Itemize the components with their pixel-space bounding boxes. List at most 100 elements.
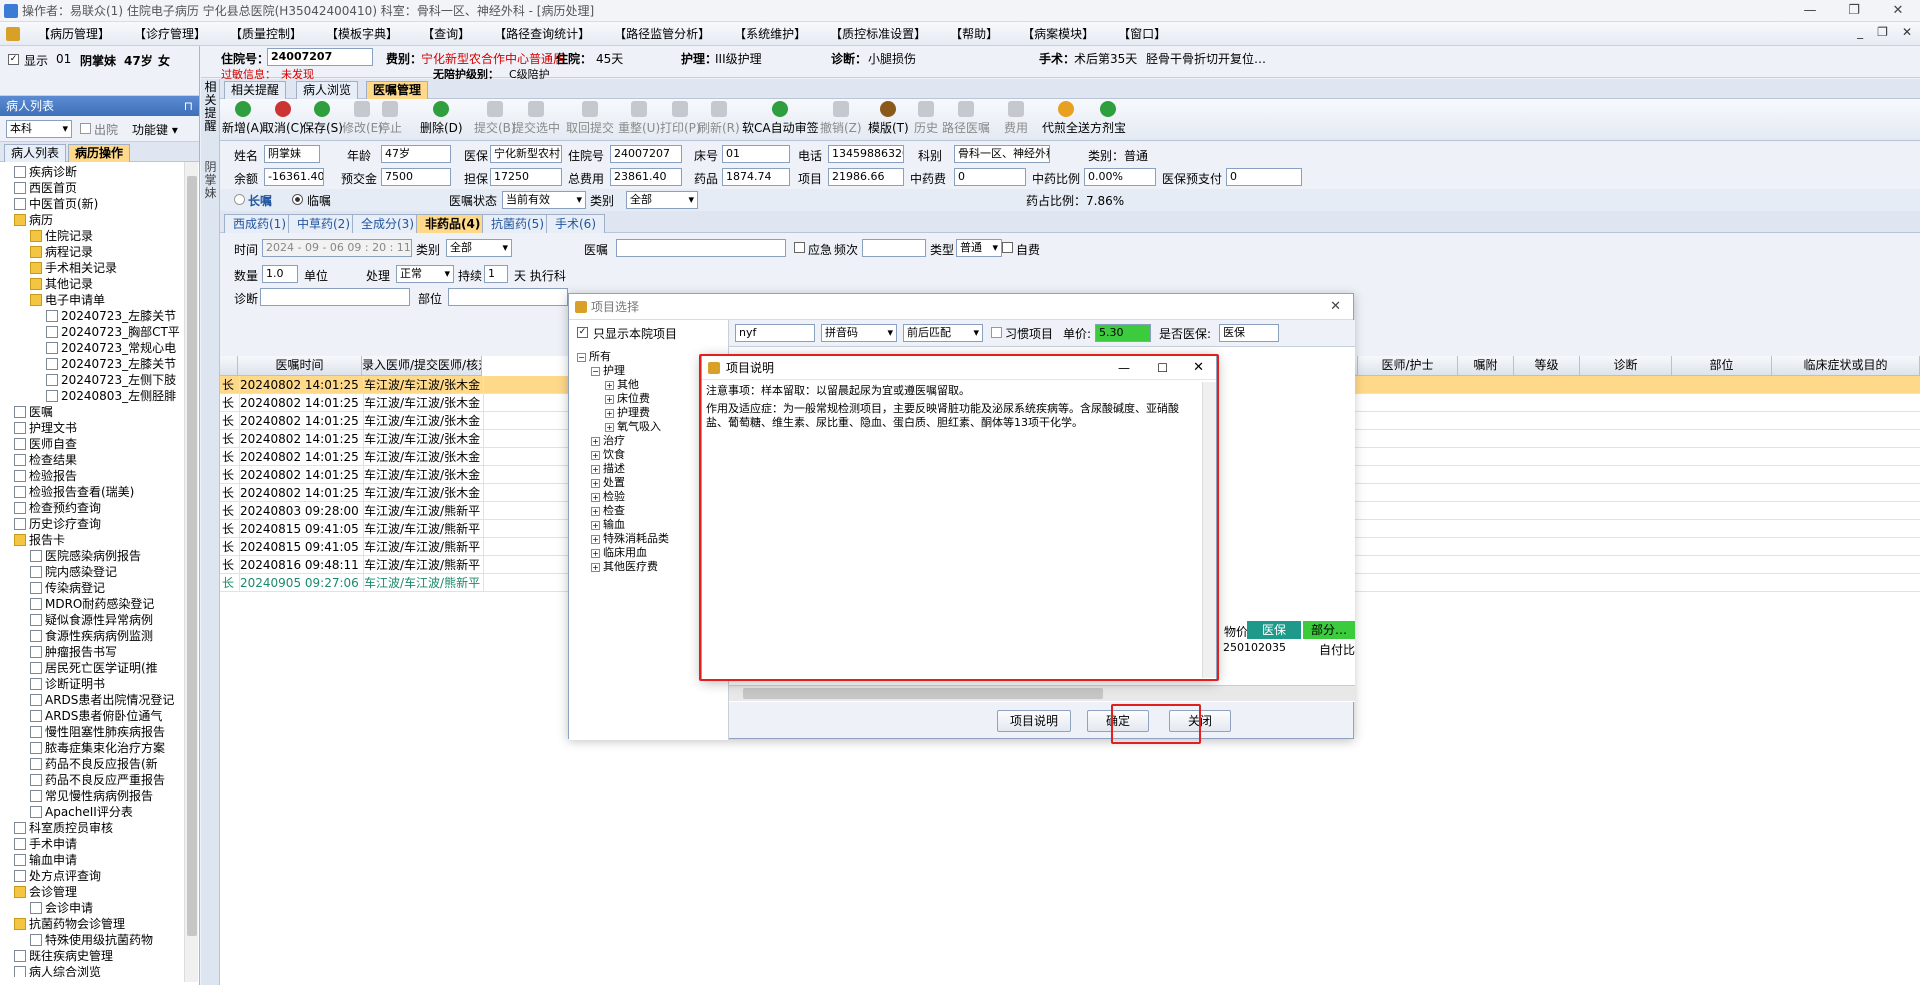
tree-item[interactable]: 肿瘤报告书写 [30,644,117,660]
frequency-field[interactable] [862,239,926,257]
diag-field[interactable] [260,288,410,306]
process-select[interactable]: 正常 ▾ [396,265,454,283]
tree-item[interactable]: 手术相关记录 [30,260,117,276]
subtab-1[interactable]: 中草药(2) [288,214,359,233]
category-item[interactable]: + 检验 [591,490,625,504]
tree-item[interactable]: 疾病诊断 [14,164,77,180]
grid-header[interactable]: 嘱附 [1458,356,1514,376]
toolbar-button-16[interactable]: 路径医嘱 [942,101,990,136]
toolbar-button-4[interactable]: 停止 [378,101,402,136]
category-item[interactable]: + 其他 [605,378,639,392]
grid-header[interactable]: 录入医师/提交医师/核对护 [362,356,482,376]
minimize-icon[interactable]: — [1788,0,1832,22]
tree-item[interactable]: 医嘱 [14,404,53,420]
tree-item[interactable]: ARDS患者出院情况登记 [30,692,174,708]
restore-icon[interactable]: ❐ [1832,0,1876,22]
function-key-button[interactable]: 功能键 ▾ [132,121,178,138]
grid-header[interactable]: 部位 [1672,356,1772,376]
toolbar-button-12[interactable]: 软CA自动审签 [742,101,819,136]
tree-item[interactable]: 病历 [14,212,53,228]
order-type-select[interactable]: 全部 ▾ [626,191,698,209]
tree-item[interactable]: 住院记录 [30,228,93,244]
order-field[interactable] [616,239,786,257]
toolbar-button-8[interactable]: 取回提交 [566,101,614,136]
category-item[interactable]: + 护理费 [605,406,650,420]
expand-icon[interactable]: + [591,479,600,488]
category-item[interactable]: + 处置 [591,476,625,490]
tab-related-reminders[interactable]: 相关提醒 [224,81,287,99]
menu-item-4[interactable]: 【查询】 [410,25,482,42]
tree-item[interactable]: 检查预约查询 [14,500,101,516]
expand-icon[interactable]: + [591,535,600,544]
tree-item[interactable]: 疑似食源性异常病例 [30,612,153,628]
tree-item[interactable]: 20240803_左侧胫腓 [46,388,176,404]
tree-item[interactable]: 会诊管理 [14,884,77,900]
subtab-5[interactable]: 手术(6) [546,214,605,233]
category-item[interactable]: + 治疗 [591,434,625,448]
close-icon[interactable]: ✕ [1876,0,1920,22]
toolbar-button-10[interactable]: 打印(P) [660,101,701,136]
tree-item[interactable]: 检验报告查看(瑞美) [14,484,134,500]
menu-item-1[interactable]: 【诊疗管理】 [122,25,218,42]
only-local-checkbox[interactable]: ✓ [577,327,588,338]
tree-item[interactable]: 检查结果 [14,452,77,468]
menu-item-2[interactable]: 【质量控制】 [218,25,314,42]
tree-item[interactable]: 抗菌药物会诊管理 [14,916,125,932]
subtab-4[interactable]: 抗菌药(5) [482,214,553,233]
toolbar-button-13[interactable]: 撤销(Z) [820,101,862,136]
grid-header[interactable]: 等级 [1514,356,1580,376]
admission-no-field[interactable]: 24007207 [267,48,373,66]
tree-item[interactable]: 中医首页(新) [14,196,98,212]
menu-item-6[interactable]: 【路径监管分析】 [602,25,722,42]
habit-checkbox[interactable] [991,327,1002,338]
tree-item[interactable]: 20240723_左膝关节 [46,308,176,324]
tree-item[interactable]: 其他记录 [30,276,93,292]
tree-item[interactable]: 20240723_常规心电 [46,340,176,356]
expand-icon[interactable]: + [591,507,600,516]
expand-icon[interactable]: + [591,493,600,502]
toolbar-button-11[interactable]: 刷新(R) [698,101,740,136]
tree-item[interactable]: 病人综合浏览 [14,964,101,977]
tree-item[interactable]: 报告卡 [14,532,65,548]
tab-patient-browse[interactable]: 病人浏览 [296,81,359,99]
menu-item-10[interactable]: 【病案模块】 [1010,25,1106,42]
tab-record-ops[interactable]: 病历操作 [68,144,131,162]
tree-item[interactable]: 药品不良反应严重报告 [30,772,165,788]
part-field[interactable] [448,288,568,306]
category-item[interactable]: − 所有 [577,350,611,364]
horizontal-scrollbar[interactable] [729,685,1355,701]
urgent-checkbox[interactable] [794,242,805,253]
self-pay-checkbox[interactable] [1002,242,1013,253]
temporary-radio[interactable] [292,194,303,205]
tree-item[interactable]: 检验报告 [14,468,77,484]
match-select[interactable]: 前后匹配 ▾ [903,324,983,342]
tree-item[interactable]: 20240723_左膝关节 [46,356,176,372]
subtab-2[interactable]: 全成分(3) [352,214,423,233]
tree-item[interactable]: 病程记录 [30,244,93,260]
category-item[interactable]: + 其他医疗费 [591,560,658,574]
tree-item[interactable]: ARDS患者俯卧位通气 [30,708,162,724]
tree-item[interactable]: MDRO耐药感染登记 [30,596,154,612]
subtab-3[interactable]: 非药品(4) [416,214,490,233]
tree-item[interactable]: 既往疾病史管理 [14,948,113,964]
tree-item[interactable]: 医师自查 [14,436,77,452]
tree-item[interactable]: 西医首页 [14,180,77,196]
mdi-restore-icon[interactable]: ❐ [1877,25,1888,39]
toolbar-button-0[interactable]: 新增(A) [222,101,264,136]
item-description-button[interactable]: 项目说明 [997,710,1071,732]
category-item[interactable]: + 饮食 [591,448,625,462]
expand-icon[interactable]: + [591,451,600,460]
tree-item[interactable]: 食源性疾病病例监测 [30,628,153,644]
menu-item-0[interactable]: 【病历管理】 [26,25,122,42]
tree-item[interactable]: 手术申请 [14,836,77,852]
expand-icon[interactable]: + [605,395,614,404]
tab-order-management[interactable]: 医嘱管理 [366,81,429,99]
menu-item-9[interactable]: 【帮助】 [938,25,1010,42]
grid-header[interactable] [220,356,238,376]
show-checkbox[interactable]: ✓ [8,54,19,65]
expand-icon[interactable]: + [605,409,614,418]
long-term-radio[interactable] [234,194,245,205]
expand-icon[interactable]: + [605,381,614,390]
category-item[interactable]: − 护理 [591,364,625,378]
toolbar-button-15[interactable]: 历史 [914,101,938,136]
